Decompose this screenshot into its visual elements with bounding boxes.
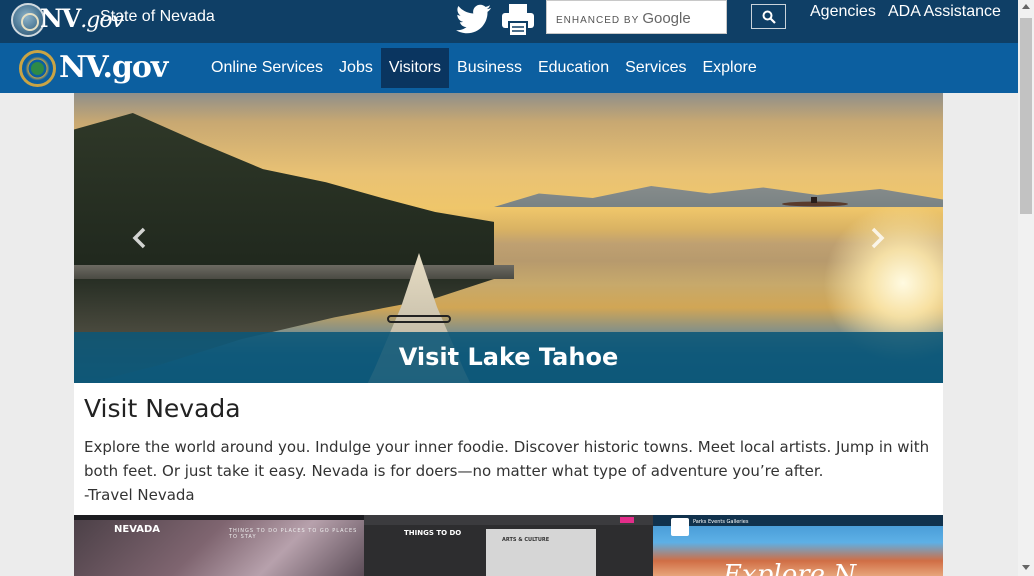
carousel-prev-icon[interactable] (130, 226, 150, 250)
thumb3-nav: Parks Events Galleries (693, 519, 749, 525)
thumbnail-travel-nevada[interactable]: NEVADA THINGS TO DO PLACES TO GO PLACES … (74, 515, 364, 576)
hero-kayak-bungee (387, 315, 451, 323)
nevada-seal-icon[interactable] (19, 50, 56, 87)
agencies-link[interactable]: Agencies (810, 3, 876, 21)
search-box[interactable]: ENHANCED BY Google (546, 0, 727, 34)
site-thumbnails: NEVADA THINGS TO DO PLACES TO GO PLACES … (74, 515, 943, 576)
nav-explore[interactable]: Explore (694, 48, 764, 88)
hero-hillside (74, 113, 494, 278)
ada-assistance-link[interactable]: ADA Assistance (888, 3, 1001, 21)
hero-caption[interactable]: Visit Lake Tahoe (74, 343, 943, 371)
thumbnail-things-to-do[interactable]: THINGS TO DO ARTS & CULTURE (364, 515, 653, 576)
nav-jobs[interactable]: Jobs (331, 48, 381, 88)
nav-services[interactable]: Services (617, 48, 694, 88)
scroll-down-arrow-icon[interactable] (1022, 565, 1030, 570)
nav-business[interactable]: Business (449, 48, 530, 88)
thumb1-brand: NEVADA (114, 524, 161, 535)
search-input[interactable] (547, 1, 726, 33)
nvgov-logo[interactable]: NV.gov (59, 50, 168, 85)
nav-visitors[interactable]: Visitors (380, 48, 450, 88)
scroll-thumb[interactable] (1020, 18, 1032, 214)
hero-shoreline (74, 265, 514, 279)
twitter-icon[interactable] (456, 3, 492, 35)
nav-online-services[interactable]: Online Services (203, 48, 331, 88)
thumb1-links: THINGS TO DO PLACES TO GO PLACES TO STAY (229, 528, 358, 540)
nav-education[interactable]: Education (530, 48, 617, 88)
thumb2-topbar (364, 515, 653, 525)
hero-paddler (782, 197, 848, 207)
search-button[interactable] (751, 4, 786, 29)
search-icon (762, 10, 776, 24)
thumb3-headline: Explore N (723, 560, 857, 576)
carousel-next-icon[interactable] (867, 226, 887, 250)
thumb2-sidebar-title: THINGS TO DO (404, 529, 462, 537)
section-source: -Travel Nevada (84, 486, 195, 504)
state-name[interactable]: State of Nevada (100, 8, 215, 26)
scroll-up-arrow-icon[interactable] (1022, 4, 1030, 9)
page-scrollbar[interactable] (1018, 0, 1034, 576)
thumb1-topbar (74, 515, 364, 520)
section-body: Explore the world around you. Indulge yo… (84, 438, 930, 480)
thumb3-logo (671, 518, 689, 536)
hero-mountains (494, 186, 943, 207)
thumbnail-explore-nevada[interactable]: Parks Events Galleries Explore N (653, 515, 943, 576)
top-bar: NV.gov State of Nevada ENHANCED BY Googl… (0, 0, 1018, 43)
top-logo-nv: NV (40, 4, 81, 33)
thumb2-panel-title: ARTS & CULTURE (502, 537, 550, 543)
section-title: Visit Nevada (84, 394, 241, 423)
thumb2-accent (620, 517, 634, 523)
printer-icon[interactable] (500, 2, 536, 38)
hero-caption-bar[interactable]: Visit Lake Tahoe (74, 332, 943, 383)
main-nav: Online Services Jobs Visitors Business E… (203, 48, 765, 88)
